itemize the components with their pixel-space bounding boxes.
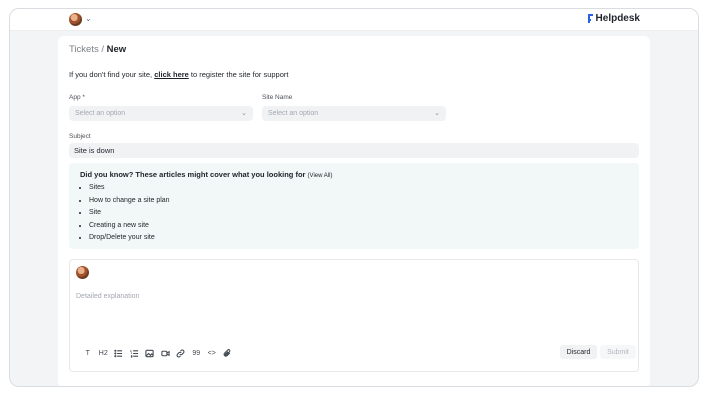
site-select-placeholder: Select an option [268, 110, 319, 117]
numbered-list-icon[interactable] [127, 347, 143, 359]
editor-placeholder[interactable]: Detailed explanation [76, 293, 139, 300]
breadcrumb-tickets[interactable]: Tickets [69, 44, 99, 55]
breadcrumb-separator: / [98, 44, 107, 55]
bullet-list-icon[interactable] [111, 347, 127, 359]
articles-list: Sites How to change a site plan Site Cre… [89, 182, 170, 245]
chevron-down-icon: ⌄ [434, 110, 440, 117]
suggested-articles: Did you know? These articles might cover… [69, 163, 639, 249]
user-avatar[interactable] [69, 13, 82, 26]
chevron-down-icon: ⌄ [241, 110, 247, 117]
breadcrumb: Tickets / New [69, 44, 126, 55]
discard-button[interactable]: Discard [560, 345, 597, 359]
article-item[interactable]: Site [89, 207, 170, 220]
breadcrumb-current: New [106, 44, 127, 55]
chevron-down-icon[interactable]: ⌄ [85, 14, 92, 23]
site-name-label: Site Name [262, 94, 293, 101]
app-label: App * [69, 94, 85, 101]
article-item[interactable]: How to change a site plan [89, 195, 170, 208]
article-item[interactable]: Drop/Delete your site [89, 232, 170, 245]
articles-heading: Did you know? These articles might cover… [80, 170, 332, 179]
heading-icon[interactable]: H2 [96, 347, 112, 359]
text-icon[interactable]: T [80, 347, 96, 359]
app-window: ⌄ Helpdesk Tickets / New If you don't fi… [9, 8, 699, 387]
brand-name: Helpdesk [595, 13, 640, 24]
main-content: Tickets / New If you don't find your sit… [58, 36, 650, 386]
attachment-icon[interactable] [220, 347, 236, 359]
submit-button[interactable]: Submit [600, 345, 636, 359]
code-icon[interactable]: <> [204, 347, 220, 359]
article-item[interactable]: Creating a new site [89, 220, 170, 233]
subject-label: Subject [69, 133, 91, 140]
site-name-select[interactable]: Select an option ⌄ [262, 106, 446, 121]
video-icon[interactable] [158, 347, 174, 359]
brand-logo[interactable]: Helpdesk [587, 13, 640, 24]
link-icon[interactable] [173, 347, 189, 359]
notice-before: If you don't find your site, [69, 70, 155, 79]
view-all-link[interactable]: (View All) [308, 173, 333, 179]
app-select-placeholder: Select an option [75, 110, 126, 117]
editor-avatar [76, 266, 89, 279]
helpdesk-logo-icon [587, 14, 593, 23]
app-select[interactable]: Select an option ⌄ [69, 106, 253, 121]
quote-icon[interactable]: 99 [189, 347, 205, 359]
article-item[interactable]: Sites [89, 182, 170, 195]
description-editor[interactable]: Detailed explanation T H2 99 <> Discard … [69, 259, 639, 372]
notice-after: to register the site for support [188, 70, 289, 79]
top-bar: ⌄ Helpdesk [10, 9, 698, 31]
articles-heading-text: Did you know? These articles might cover… [80, 170, 308, 179]
subject-input[interactable]: Site is down [69, 143, 639, 158]
editor-toolbar: T H2 99 <> [80, 347, 235, 359]
site-notice: If you don't find your site, click here … [69, 70, 288, 79]
image-icon[interactable] [142, 347, 158, 359]
click-here-link[interactable]: click here [154, 70, 189, 79]
